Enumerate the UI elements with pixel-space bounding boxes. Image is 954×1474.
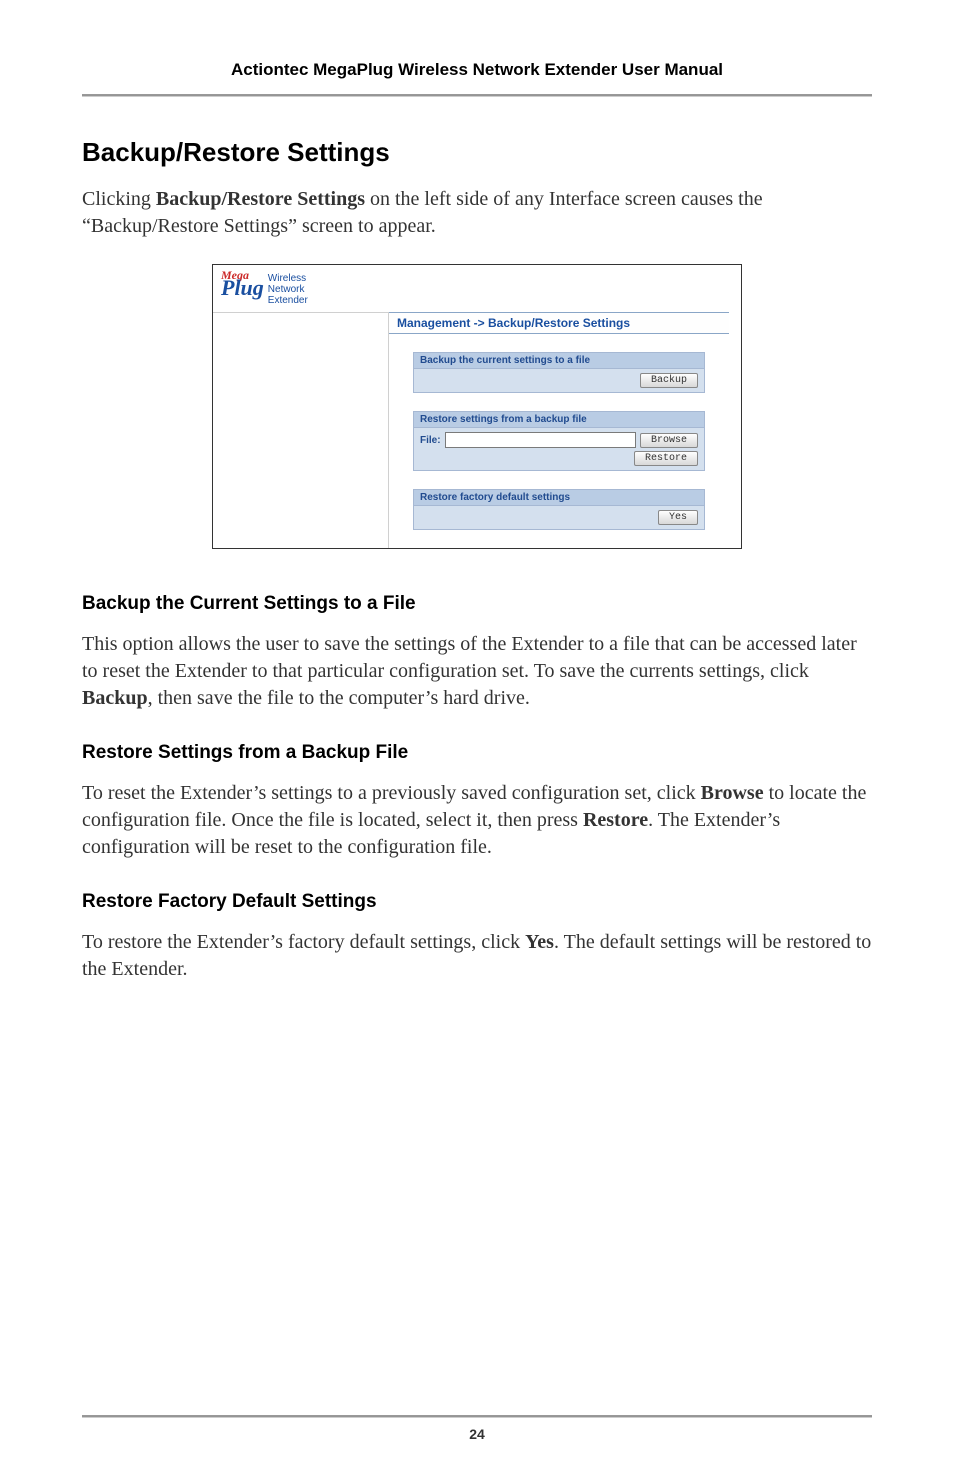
section-title: Backup/Restore Settings: [82, 137, 872, 168]
backup-panel-body: Backup: [413, 368, 705, 393]
restore-file-panel: Restore settings from a backup file File…: [413, 411, 705, 471]
restore-row: Restore: [420, 451, 698, 466]
yes-button[interactable]: Yes: [658, 510, 698, 525]
logo-sub-line3: Extender: [268, 295, 308, 306]
section-intro: Clicking Backup/Restore Settings on the …: [82, 186, 872, 240]
restore-file-panel-body: File: Browse Restore: [413, 427, 705, 471]
subsection-restore-text: To reset the Extender’s settings to a pr…: [82, 780, 872, 861]
sub3-text-bold: Yes: [525, 931, 554, 953]
sub3-text-a: To restore the Extender’s factory defaul…: [82, 931, 525, 953]
logo-sub-line1: Wireless: [268, 273, 308, 284]
screenshot-content: Management -> Backup/Restore Settings Ba…: [388, 312, 741, 548]
subsection-backup-text: This option allows the user to save the …: [82, 631, 872, 712]
page-number: 24: [0, 1426, 954, 1442]
file-row: File: Browse: [420, 432, 698, 448]
factory-default-panel-body: Yes: [413, 505, 705, 530]
backup-panel-title: Backup the current settings to a file: [413, 352, 705, 368]
logo-subtitle: Wireless Network Extender: [268, 273, 308, 306]
sub1-text-bold: Backup: [82, 687, 148, 709]
file-label: File:: [420, 435, 441, 446]
manual-header-title: Actiontec MegaPlug Wireless Network Exte…: [82, 60, 872, 80]
backup-panel: Backup the current settings to a file Ba…: [413, 352, 705, 393]
sub1-text-b: , then save the file to the computer’s h…: [148, 687, 530, 709]
backup-button[interactable]: Backup: [640, 373, 698, 388]
restore-button[interactable]: Restore: [634, 451, 698, 466]
screenshot-sidebar: [213, 312, 388, 548]
breadcrumb: Management -> Backup/Restore Settings: [389, 312, 729, 334]
logo-plug: Plug: [221, 280, 264, 297]
intro-text-a: Clicking: [82, 188, 156, 210]
file-input[interactable]: [445, 432, 636, 448]
sub2-text-bold1: Browse: [701, 782, 764, 804]
logo-mark: Mega Plug: [221, 271, 264, 297]
sub2-text-a: To reset the Extender’s settings to a pr…: [82, 782, 701, 804]
browse-button[interactable]: Browse: [640, 433, 698, 448]
sub2-text-bold2: Restore: [583, 809, 648, 831]
intro-text-bold: Backup/Restore Settings: [156, 188, 365, 210]
product-logo: Mega Plug Wireless Network Extender: [221, 271, 308, 306]
subsection-factory-title: Restore Factory Default Settings: [82, 891, 872, 913]
screenshot-container: Mega Plug Wireless Network Extender Mana…: [82, 264, 872, 549]
subsection-restore-title: Restore Settings from a Backup File: [82, 742, 872, 764]
subsection-factory-text: To restore the Extender’s factory defaul…: [82, 929, 872, 983]
header-rule: [82, 94, 872, 97]
screenshot-header: Mega Plug Wireless Network Extender: [213, 265, 741, 312]
subsection-backup-title: Backup the Current Settings to a File: [82, 593, 872, 615]
screenshot-body: Management -> Backup/Restore Settings Ba…: [213, 312, 741, 548]
footer-rule: [82, 1415, 872, 1418]
factory-default-panel: Restore factory default settings Yes: [413, 489, 705, 530]
logo-sub-line2: Network: [268, 284, 308, 295]
sub1-text-a: This option allows the user to save the …: [82, 633, 857, 682]
screenshot-panel: Mega Plug Wireless Network Extender Mana…: [212, 264, 742, 549]
restore-file-panel-title: Restore settings from a backup file: [413, 411, 705, 427]
factory-default-panel-title: Restore factory default settings: [413, 489, 705, 505]
